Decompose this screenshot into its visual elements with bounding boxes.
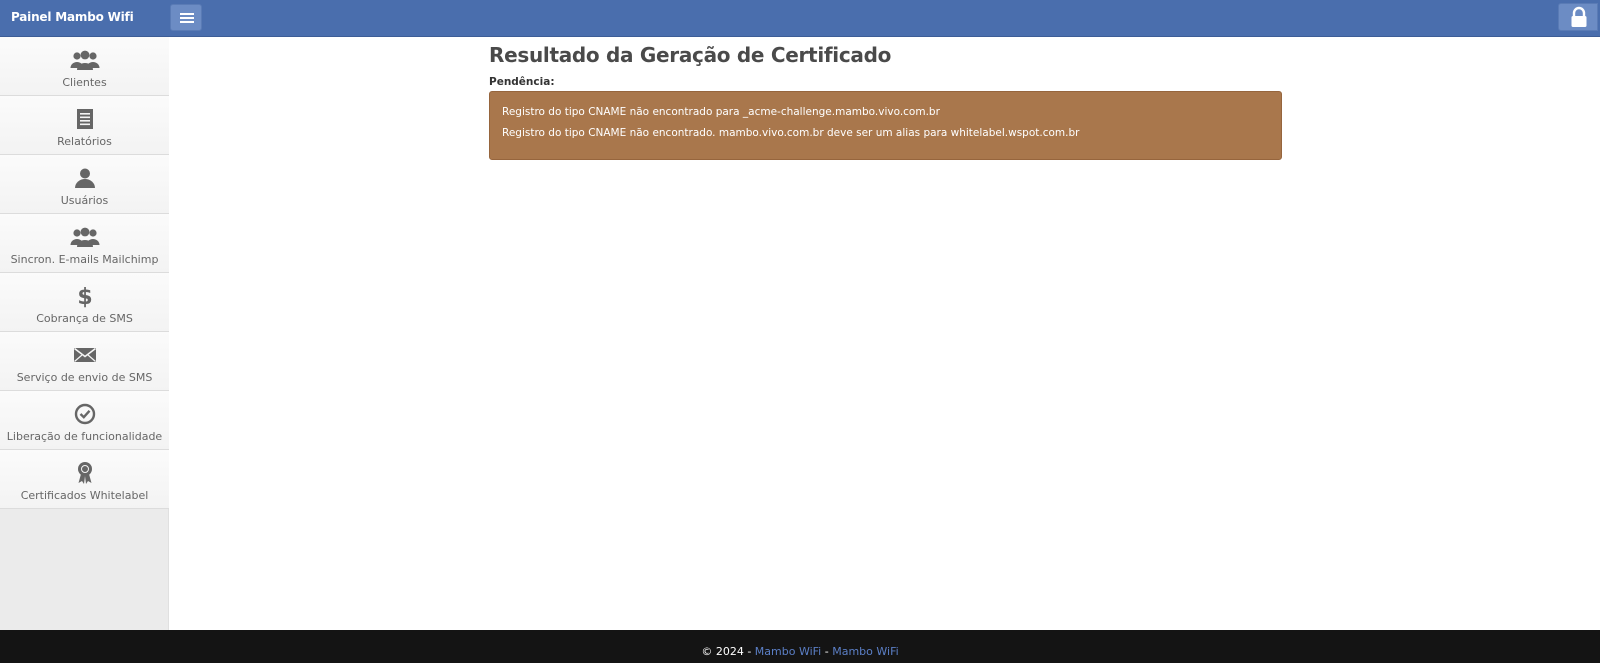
pending-label: Pendência: — [489, 76, 555, 88]
sidebar-item-label: Cobrança de SMS — [36, 312, 133, 325]
sidebar-item-label: Liberação de funcionalidade — [6, 430, 163, 443]
sidebar-item-envio-sms[interactable]: Serviço de envio de SMS — [0, 332, 169, 391]
brand-title[interactable]: Painel Mambo Wifi — [11, 10, 134, 24]
footer-copyright: © 2024 - — [701, 645, 752, 658]
warning-alert: Registro do tipo CNAME não encontrado pa… — [489, 91, 1282, 160]
main-content: Resultado da Geração de Certificado Pend… — [489, 37, 1282, 160]
sidebar-item-label: Sincron. E-mails Mailchimp — [10, 253, 159, 266]
award-icon — [0, 462, 169, 484]
sidebar-item-cobranca-sms[interactable]: $ Cobrança de SMS — [0, 273, 169, 332]
sidebar-item-certificados[interactable]: Certificados Whitelabel — [0, 450, 169, 509]
lock-icon — [1571, 6, 1587, 27]
sidebar-item-usuarios[interactable]: Usuários — [0, 155, 169, 214]
dollar-icon: $ — [0, 285, 169, 308]
check-circle-icon — [0, 403, 169, 425]
svg-text:$: $ — [77, 285, 92, 308]
envelope-icon — [0, 344, 169, 366]
sidebar-item-relatorios[interactable]: Relatórios — [0, 96, 169, 155]
sidebar-item-mailchimp[interactable]: Sincron. E-mails Mailchimp — [0, 214, 169, 273]
alert-message: Registro do tipo CNAME não encontrado pa… — [502, 106, 940, 118]
alert-message: Registro do tipo CNAME não encontrado. m… — [502, 127, 1080, 139]
sidebar-item-label: Serviço de envio de SMS — [16, 371, 153, 384]
footer: © 2024 - Mambo WiFi - Mambo WiFi — [0, 630, 1600, 663]
sidebar-item-label: Clientes — [62, 76, 107, 89]
top-navbar: Painel Mambo Wifi — [0, 0, 1600, 37]
footer-link-mambo-wifi-2[interactable]: Mambo WiFi — [832, 645, 898, 658]
sidebar-item-label: Relatórios — [57, 135, 112, 148]
lock-button[interactable] — [1558, 3, 1598, 31]
menu-toggle-button[interactable] — [170, 4, 202, 31]
sidebar: Clientes Relatórios Usuários Sincron. E-… — [0, 37, 169, 630]
user-icon — [0, 167, 169, 189]
page-title: Resultado da Geração de Certificado — [489, 43, 892, 67]
footer-link-mambo-wifi[interactable]: Mambo WiFi — [755, 645, 821, 658]
users-icon — [0, 226, 169, 248]
users-icon — [0, 49, 169, 71]
report-icon — [0, 108, 169, 130]
sidebar-item-label: Certificados Whitelabel — [20, 489, 149, 502]
footer-separator: - — [824, 645, 829, 658]
sidebar-item-label: Usuários — [60, 194, 109, 207]
sidebar-item-liberacao[interactable]: Liberação de funcionalidade — [0, 391, 169, 450]
sidebar-item-clientes[interactable]: Clientes — [0, 37, 169, 96]
